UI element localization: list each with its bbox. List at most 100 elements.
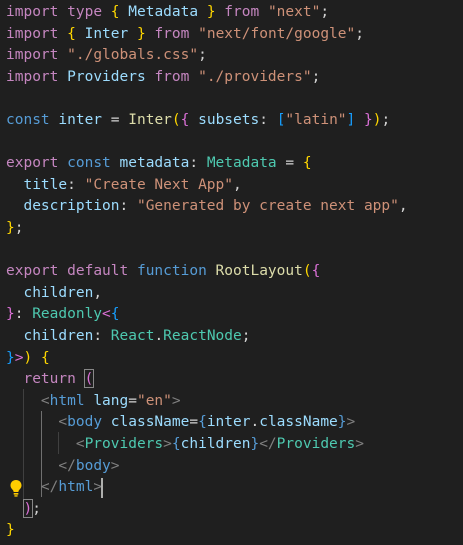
code-token: "./globals.css" <box>67 47 199 64</box>
code-token: ) <box>23 500 33 517</box>
code-token: { <box>110 306 120 323</box>
code-line[interactable]: import { Inter } from "next/font/google"… <box>6 24 364 46</box>
code-token: , <box>233 176 242 193</box>
code-line[interactable]: <body className={inter.className}> <box>6 412 355 434</box>
code-token: } <box>337 414 347 431</box>
code-token: from <box>154 68 190 85</box>
code-token: "latin" <box>285 112 347 128</box>
code-token: import <box>6 4 59 20</box>
code-token: import <box>6 25 59 42</box>
code-line[interactable]: ); <box>6 499 40 521</box>
code-token: body <box>75 457 111 474</box>
code-token: className <box>110 414 190 431</box>
code-token: ; <box>320 4 330 20</box>
text-cursor <box>101 478 103 498</box>
code-token: Metadata <box>128 4 199 20</box>
lightbulb-icon[interactable] <box>9 479 23 497</box>
code-line[interactable]: import type { Metadata } from "next"; <box>6 2 329 24</box>
code-token: description <box>23 198 120 215</box>
code-line[interactable]: children: React.ReactNode; <box>6 326 250 348</box>
code-line[interactable]: const inter = Inter({ subsets: ["latin"]… <box>6 110 390 132</box>
code-token: ( <box>84 371 94 388</box>
code-token: </ <box>259 436 277 452</box>
code-token: "./providers" <box>198 68 312 85</box>
code-line[interactable]: }: Readonly<{ <box>6 304 120 326</box>
code-token: children <box>23 328 94 344</box>
code-editor[interactable]: import type { Metadata } from "next"; imp… <box>0 0 463 545</box>
code-token: export <box>6 263 59 280</box>
code-line[interactable]: } <box>6 520 15 542</box>
code-token: = <box>110 112 120 128</box>
code-token: inter <box>58 112 103 128</box>
code-token: } <box>6 306 15 323</box>
code-token: return <box>23 371 76 388</box>
code-line[interactable]: }>) { <box>6 348 50 370</box>
code-line[interactable]: <Providers>{children}</Providers> <box>6 434 364 456</box>
code-token: metadata <box>119 155 190 172</box>
code-token: = <box>128 392 137 409</box>
code-token: "next" <box>267 4 321 20</box>
code-token: > <box>355 436 364 452</box>
code-token: } <box>6 522 15 539</box>
code-line[interactable]: description: "Generated by create next a… <box>6 196 407 218</box>
code-token: "en" <box>136 392 172 409</box>
code-token: const <box>67 155 111 172</box>
code-token: } <box>6 220 15 236</box>
code-line[interactable]: import Providers from "./providers"; <box>6 67 320 89</box>
code-token: { <box>110 4 120 20</box>
code-token: : <box>189 155 199 172</box>
code-line[interactable]: }; <box>6 218 23 240</box>
code-line[interactable]: </body> <box>6 456 119 478</box>
code-token: > <box>163 436 172 452</box>
code-token: { <box>311 263 321 280</box>
code-token: } <box>206 4 216 20</box>
code-token: const <box>6 112 50 128</box>
code-token: ; <box>198 47 207 64</box>
code-token: React <box>110 328 155 344</box>
code-token: ] <box>346 112 356 128</box>
code-line[interactable]: export const metadata: Metadata = { <box>6 153 312 175</box>
code-token: html <box>49 392 85 409</box>
code-editor-page: { "theme": { "background": "#1f1f1f", "k… <box>0 0 463 545</box>
code-token: < <box>102 306 111 323</box>
code-token: default <box>67 263 129 280</box>
code-token: lang <box>93 392 129 409</box>
code-line[interactable]: title: "Create Next App", <box>6 175 242 197</box>
code-line[interactable]: import "./globals.css"; <box>6 45 207 67</box>
code-token: export <box>6 155 59 172</box>
code-line[interactable]: children, <box>6 283 102 305</box>
code-line[interactable]: export default function RootLayout({ <box>6 261 320 283</box>
code-token: html <box>58 479 94 496</box>
code-line[interactable]: return ( <box>6 369 93 391</box>
code-token: ( <box>302 263 312 280</box>
code-line[interactable]: <html lang="en"> <box>6 391 181 413</box>
code-token: </ <box>58 457 76 474</box>
code-token: ) <box>23 349 33 366</box>
code-token: className <box>259 414 338 431</box>
code-token: { <box>40 349 50 366</box>
code-token: < <box>75 436 85 452</box>
code-token: Providers <box>276 436 356 452</box>
code-token: Providers <box>67 68 146 85</box>
